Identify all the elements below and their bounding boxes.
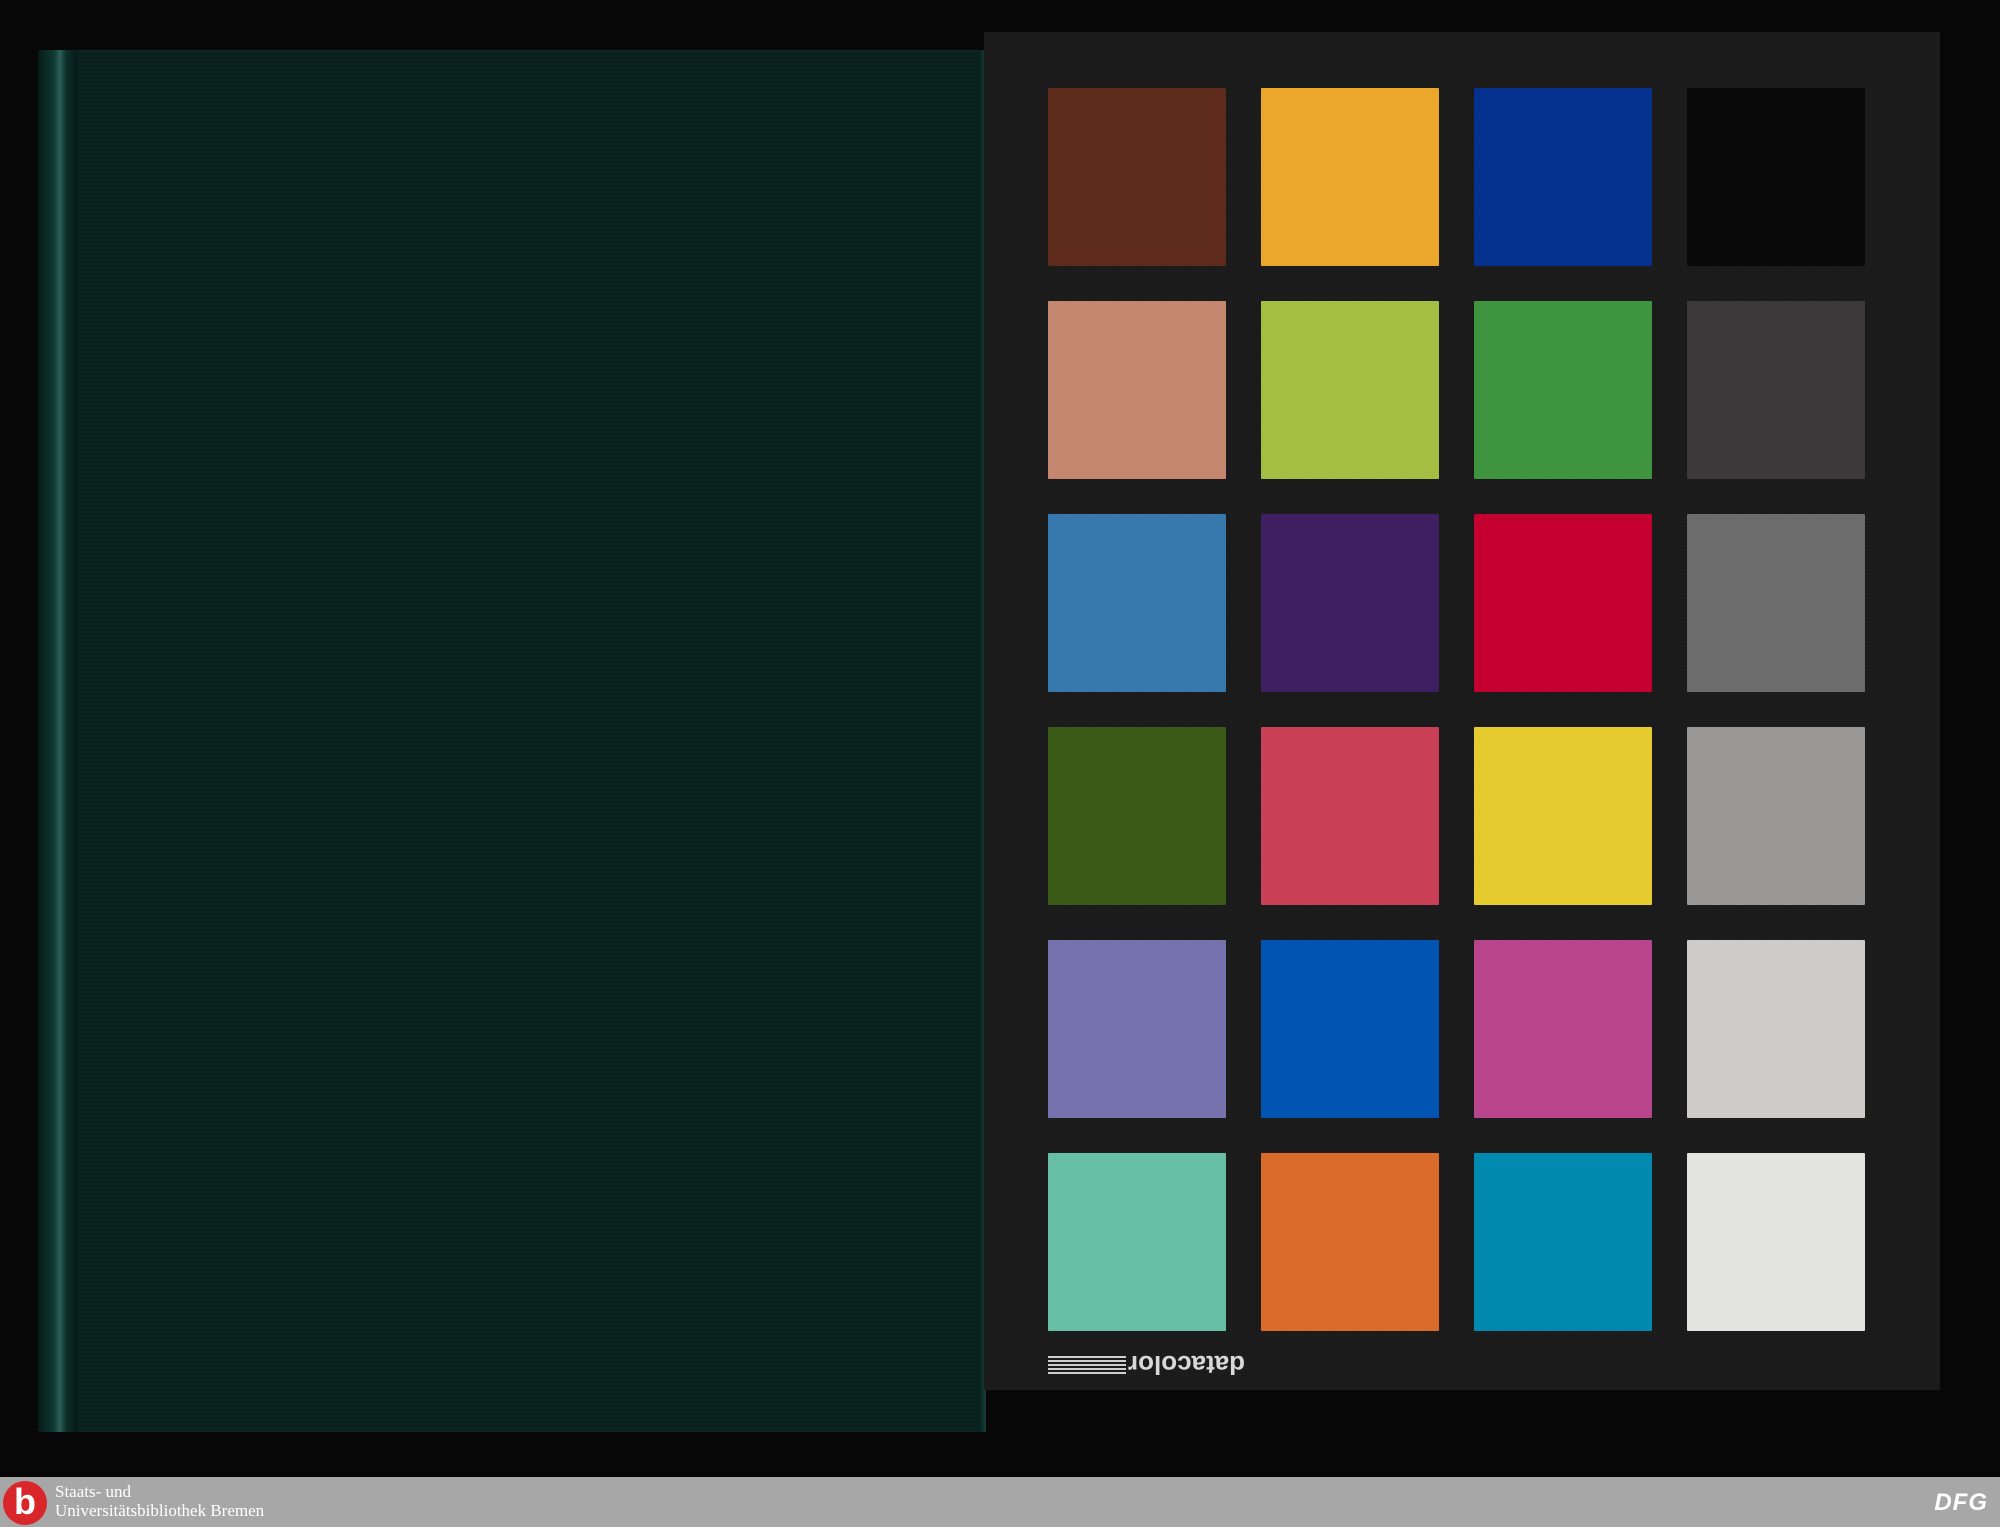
dfg-logo[interactable]: DFG xyxy=(1934,1489,1988,1517)
color-swatch xyxy=(1687,727,1865,905)
library-name-line1: Staats- und xyxy=(55,1482,132,1501)
color-swatch xyxy=(1687,1153,1865,1331)
color-swatch xyxy=(1261,514,1439,692)
color-swatch xyxy=(1261,727,1439,905)
color-swatch xyxy=(1474,940,1652,1118)
book-cover xyxy=(38,50,986,1432)
color-swatch xyxy=(1261,1153,1439,1331)
footer-bar: b Staats- und Universitätsbibliothek Bre… xyxy=(0,1477,2000,1527)
color-swatch xyxy=(1048,88,1226,266)
color-swatch xyxy=(1261,940,1439,1118)
scan-canvas: datacolor b Staats- und Universitätsbibl… xyxy=(0,0,2000,1527)
library-logo-icon[interactable]: b xyxy=(3,1481,47,1525)
color-swatch xyxy=(1474,514,1652,692)
color-swatch xyxy=(1687,301,1865,479)
book-spine xyxy=(38,50,78,1432)
library-name-line2: Universitätsbibliothek Bremen xyxy=(55,1501,265,1520)
color-swatch xyxy=(1048,940,1226,1118)
color-swatch xyxy=(1048,1153,1226,1331)
color-swatch-grid xyxy=(1048,88,1865,1331)
brand-stripe xyxy=(1048,1356,1126,1374)
color-swatch xyxy=(1261,88,1439,266)
color-swatch xyxy=(1474,88,1652,266)
color-swatch xyxy=(1048,514,1226,692)
color-swatch xyxy=(1261,301,1439,479)
datacolor-brand: datacolor xyxy=(1048,1350,1258,1380)
brand-label: datacolor xyxy=(1128,1350,1246,1380)
library-name[interactable]: Staats- und Universitätsbibliothek Breme… xyxy=(55,1482,264,1520)
color-swatch xyxy=(1048,301,1226,479)
color-swatch xyxy=(1474,1153,1652,1331)
color-swatch xyxy=(1474,727,1652,905)
color-checker-card: datacolor xyxy=(984,32,1940,1390)
color-swatch xyxy=(1474,301,1652,479)
color-swatch xyxy=(1687,514,1865,692)
color-swatch xyxy=(1048,727,1226,905)
color-swatch xyxy=(1687,88,1865,266)
color-swatch xyxy=(1687,940,1865,1118)
